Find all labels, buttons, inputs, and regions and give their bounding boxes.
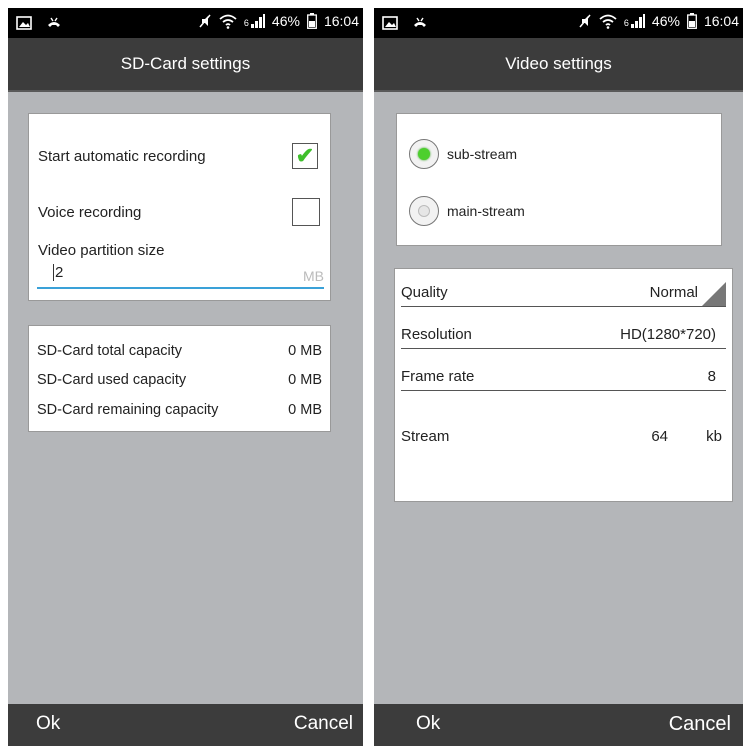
battery-icon [307, 13, 317, 29]
dropdown-triangle-icon[interactable] [702, 282, 726, 306]
stream-option-label: main-stream [447, 203, 525, 219]
ok-button[interactable]: Ok [416, 713, 440, 735]
stream-unit: kb [706, 428, 722, 445]
ok-button[interactable]: Ok [36, 713, 60, 735]
page-title: SD-Card settings [8, 38, 363, 92]
battery-percent: 46% [651, 13, 680, 29]
stream-selection-panel: sub-stream main-stream [396, 113, 722, 246]
stream-label: Stream [401, 428, 450, 445]
resolution-value: HD(1280*720) [620, 326, 716, 343]
radio-button[interactable] [409, 196, 439, 226]
wifi-icon [599, 14, 617, 29]
recording-options-panel: Start automatic recording ✔ Voice record… [28, 113, 331, 301]
clock: 16:04 [323, 13, 359, 29]
resolution-label: Resolution [401, 326, 472, 343]
stream-option-main[interactable]: main-stream [409, 194, 525, 228]
signal-icon [630, 14, 645, 28]
video-partition-size-label: Video partition size [38, 242, 165, 259]
capacity-value: 0 MB [288, 372, 322, 388]
mute-icon [199, 14, 211, 28]
stream-value: 64 [651, 428, 668, 445]
video-partition-size-value: 2 [53, 264, 64, 281]
quality-label: Quality [401, 284, 448, 301]
row-underline [401, 348, 726, 349]
radio-selected-dot [418, 148, 430, 160]
status-bar: 6 46% 16:04 [8, 8, 363, 38]
page-title: Video settings [374, 38, 743, 92]
capacity-label: SD-Card remaining capacity [37, 402, 219, 418]
voice-recording-checkbox[interactable] [292, 198, 320, 226]
frame-rate-row[interactable]: Frame rate 8 [401, 361, 726, 391]
stream-option-label: sub-stream [447, 146, 518, 162]
cancel-button[interactable]: Cancel [294, 713, 353, 735]
row-underline [401, 306, 726, 307]
radio-unselected-dot [418, 205, 430, 217]
capacity-panel: SD-Card total capacity 0 MB SD-Card used… [28, 325, 331, 432]
action-bar: Ok Cancel [8, 704, 363, 746]
call-icon [48, 17, 60, 27]
network-label: 6 [243, 18, 249, 28]
video-parameters-panel: Quality Normal Resolution HD(1280*720) F… [394, 268, 733, 502]
video-partition-size-unit: MB [303, 268, 324, 284]
network-label: 6 [623, 18, 629, 28]
mute-icon [579, 14, 591, 28]
frame-rate-label: Frame rate [401, 368, 475, 385]
image-icon [382, 16, 398, 30]
capacity-value: 0 MB [288, 402, 322, 418]
voice-recording-label: Voice recording [38, 204, 142, 221]
stream-option-sub[interactable]: sub-stream [409, 137, 517, 171]
quality-value: Normal [649, 284, 698, 301]
battery-percent: 46% [271, 13, 300, 29]
checkmark-icon: ✔ [295, 143, 315, 168]
input-underline [37, 287, 324, 289]
remaining-capacity-row: SD-Card remaining capacity 0 MB [37, 402, 322, 424]
action-bar: Ok Cancel [374, 704, 743, 746]
used-capacity-row: SD-Card used capacity 0 MB [37, 372, 322, 394]
capacity-label: SD-Card used capacity [37, 372, 187, 388]
start-automatic-recording-label: Start automatic recording [38, 148, 206, 165]
resolution-row[interactable]: Resolution HD(1280*720) [401, 319, 726, 349]
frame-rate-value: 8 [707, 368, 716, 385]
clock: 16:04 [703, 13, 739, 29]
capacity-label: SD-Card total capacity [37, 343, 183, 359]
video-partition-size-input[interactable]: 2 MB [37, 260, 324, 292]
call-icon [414, 17, 426, 27]
status-bar: 6 46% 16:04 [374, 8, 743, 38]
sd-card-settings-screen: 6 46% 16:04 SD-Card settings Start autom… [8, 8, 363, 746]
quality-row[interactable]: Quality Normal [401, 277, 726, 307]
signal-icon [250, 14, 265, 28]
video-settings-screen: 6 46% 16:04 Video settings sub-stream ma… [374, 8, 743, 746]
battery-icon [687, 13, 697, 29]
image-icon [16, 16, 32, 30]
stream-row[interactable]: Stream 64 kb [401, 421, 726, 451]
capacity-value: 0 MB [288, 343, 322, 359]
cancel-button[interactable]: Cancel [669, 713, 731, 736]
wifi-icon [219, 14, 237, 29]
radio-button[interactable] [409, 139, 439, 169]
start-automatic-recording-checkbox[interactable]: ✔ [292, 143, 318, 169]
row-underline [401, 390, 726, 391]
total-capacity-row: SD-Card total capacity 0 MB [37, 343, 322, 365]
